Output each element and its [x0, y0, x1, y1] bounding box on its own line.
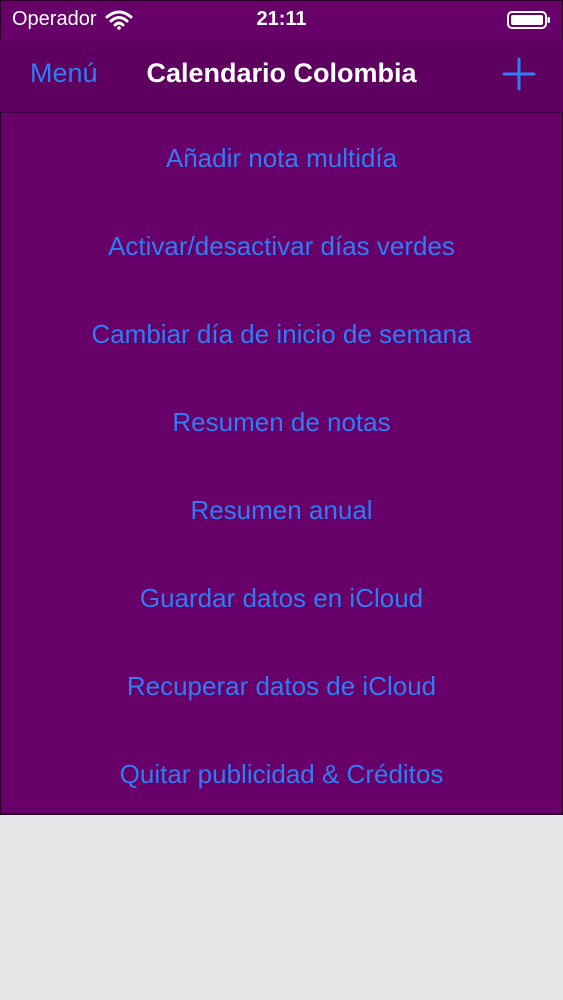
navigation-bar: Menú Calendario Colombia [0, 40, 563, 113]
status-bar: Operador 21:11 [0, 0, 563, 40]
plus-icon[interactable] [501, 56, 537, 92]
menu-item-restore-icloud[interactable]: Recuperar datos de iCloud [0, 642, 563, 730]
app-screen: Operador 21:11 Menú Calendario Colombia … [0, 0, 563, 1000]
menu-item-save-icloud[interactable]: Guardar datos en iCloud [0, 554, 563, 642]
menu-item-remove-ads-credits[interactable]: Quitar publicidad & Créditos [0, 730, 563, 818]
menu-item-notes-summary[interactable]: Resumen de notas [0, 378, 563, 466]
page-title: Calendario Colombia [146, 58, 417, 88]
battery-icon [507, 11, 550, 29]
menu-item-change-week-start[interactable]: Cambiar día de inicio de semana [0, 290, 563, 378]
menu-item-toggle-green-days[interactable]: Activar/desactivar días verdes [0, 202, 563, 290]
status-time: 21:11 [256, 8, 307, 30]
menu-item-add-multiday-note[interactable]: Añadir nota multidía [0, 114, 563, 202]
menu-item-annual-summary[interactable]: Resumen anual [0, 466, 563, 554]
options-menu-list: Añadir nota multidía Activar/desactivar … [0, 114, 563, 818]
